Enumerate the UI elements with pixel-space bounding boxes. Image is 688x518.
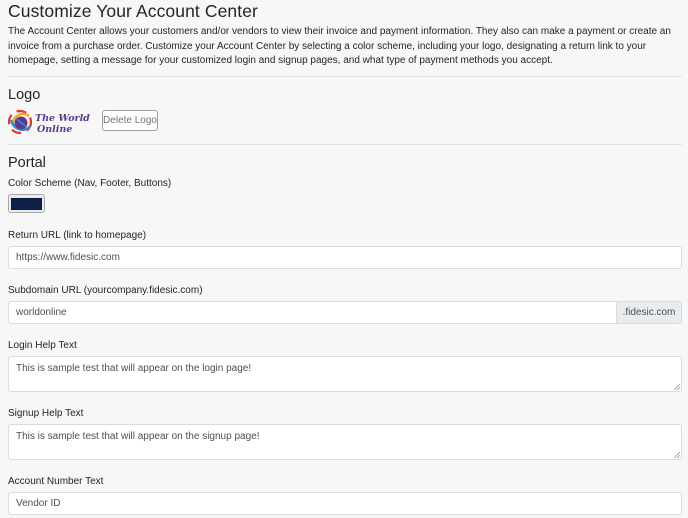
- subdomain-input[interactable]: worldonline: [8, 301, 617, 324]
- account-number-label: Account Number Text: [8, 476, 104, 487]
- color-scheme-label: Color Scheme (Nav, Footer, Buttons): [8, 178, 172, 189]
- logo-row: The World Online Delete Logo: [8, 106, 682, 138]
- subdomain-label: Subdomain URL (yourcompany.fidesic.com): [8, 285, 203, 296]
- account-number-input[interactable]: Vendor ID: [8, 492, 682, 515]
- divider: [8, 144, 682, 145]
- color-swatch: [11, 197, 42, 210]
- intro-text: The Account Center allows your customers…: [8, 26, 671, 66]
- return-url-input[interactable]: https://www.fidesic.com: [8, 246, 682, 269]
- logo-heading: Logo: [8, 87, 41, 103]
- logo-text-line1: The World: [35, 113, 90, 124]
- portal-heading: Portal: [8, 155, 46, 171]
- subdomain-suffix: .fidesic.com: [616, 301, 682, 324]
- delete-logo-button[interactable]: Delete Logo: [102, 110, 158, 131]
- login-help-textarea[interactable]: This is sample test that will appear on …: [8, 356, 682, 392]
- signup-help-textarea[interactable]: This is sample test that will appear on …: [8, 424, 682, 460]
- login-help-label: Login Help Text: [8, 340, 77, 351]
- company-logo: The World Online: [8, 109, 90, 135]
- subdomain-input-group: worldonline .fidesic.com: [8, 301, 682, 324]
- divider: [8, 76, 682, 77]
- login-help-text: This is sample test that will appear on …: [16, 363, 252, 374]
- return-url-label: Return URL (link to homepage): [8, 230, 147, 241]
- signup-help-label: Signup Help Text: [8, 408, 84, 419]
- logo-text-line2: Online: [37, 124, 72, 135]
- resize-handle-icon[interactable]: [673, 383, 680, 390]
- resize-handle-icon[interactable]: [673, 451, 680, 458]
- color-scheme-picker[interactable]: [8, 194, 45, 213]
- signup-help-text: This is sample test that will appear on …: [16, 431, 260, 442]
- page-title: Customize Your Account Center: [8, 1, 258, 21]
